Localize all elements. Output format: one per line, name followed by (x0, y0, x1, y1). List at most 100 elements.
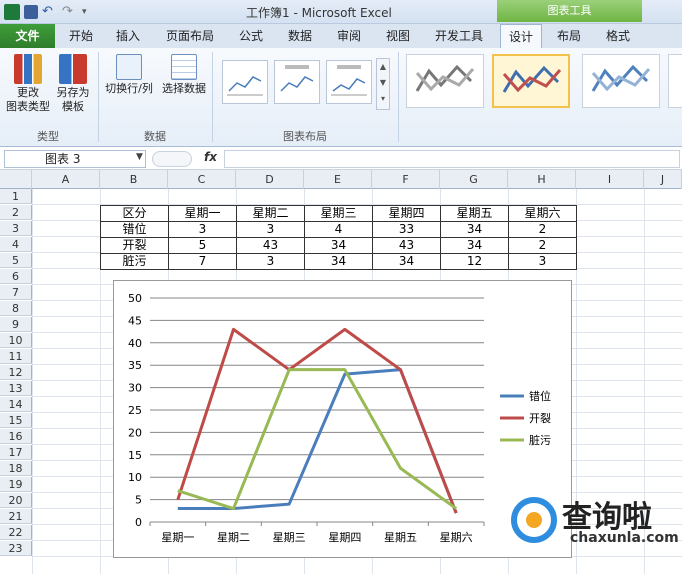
column-header-f[interactable]: F (372, 170, 440, 189)
tab-review[interactable]: 审阅 (330, 24, 368, 48)
name-box-dropdown-icon[interactable]: ▼ (136, 152, 143, 162)
line-chart[interactable]: 0 5 10 15 20 25 30 35 40 45 50 星期一 星期二 星期三 星期四 星期五 星期六 错位… (113, 280, 572, 558)
table-header-cell[interactable]: 星期三 (304, 205, 373, 222)
group-label-data: 数据 (144, 130, 166, 143)
table-cell[interactable]: 43 (236, 237, 305, 254)
chart-style-option-3[interactable] (582, 54, 660, 108)
table-cell[interactable]: 3 (236, 221, 305, 238)
redo-icon[interactable]: ↷ (62, 4, 78, 20)
table-cell[interactable]: 2 (508, 221, 577, 238)
tab-formulas[interactable]: 公式 (232, 24, 270, 48)
row-header-4[interactable]: 4 (0, 237, 32, 252)
row-header-8[interactable]: 8 (0, 301, 32, 316)
column-header-c[interactable]: C (168, 170, 236, 189)
row-header-15[interactable]: 15 (0, 413, 32, 428)
chart-style-option-4[interactable] (668, 54, 682, 108)
row-header-6[interactable]: 6 (0, 269, 32, 284)
y-tick-label: 10 (128, 471, 142, 484)
row-header-1[interactable]: 1 (0, 189, 32, 204)
formula-input[interactable] (224, 150, 680, 168)
column-header-h[interactable]: H (508, 170, 576, 189)
row-header-14[interactable]: 14 (0, 397, 32, 412)
table-cell[interactable]: 43 (372, 237, 441, 254)
tab-home[interactable]: 开始 (62, 24, 100, 48)
table-row-label[interactable]: 开裂 (100, 237, 169, 254)
group-separator (98, 52, 99, 142)
insert-function-icon[interactable]: fx (204, 150, 217, 164)
table-cell[interactable]: 33 (372, 221, 441, 238)
formula-splitter[interactable] (152, 151, 192, 167)
row-header-12[interactable]: 12 (0, 365, 32, 380)
table-cell[interactable]: 34 (304, 253, 373, 270)
chart-layout-option-3[interactable] (326, 60, 372, 104)
table-cell[interactable]: 7 (168, 253, 237, 270)
undo-icon[interactable]: ↶ (42, 4, 58, 20)
table-cell[interactable]: 2 (508, 237, 577, 254)
tab-data[interactable]: 数据 (280, 24, 320, 48)
table-header-cell[interactable]: 星期二 (236, 205, 305, 222)
row-header-20[interactable]: 20 (0, 493, 32, 508)
save-as-template-button[interactable]: 另存为 模板 (54, 54, 92, 114)
chart-style-option-2[interactable] (492, 54, 570, 108)
table-header-cell[interactable]: 星期五 (440, 205, 509, 222)
table-row-label[interactable]: 错位 (100, 221, 169, 238)
row-header-21[interactable]: 21 (0, 509, 32, 524)
chart-layout-option-2[interactable] (274, 60, 320, 104)
layout-gallery-scroll[interactable]: ▲ ▼ ▾ (376, 58, 390, 110)
chart-style-option-1[interactable] (406, 54, 484, 108)
row-header-11[interactable]: 11 (0, 349, 32, 364)
row-header-7[interactable]: 7 (0, 285, 32, 300)
tab-file[interactable]: 文件 (0, 24, 55, 48)
switch-row-column-button[interactable]: 切换行/列 (102, 54, 156, 96)
row-header-3[interactable]: 3 (0, 221, 32, 236)
row-header-13[interactable]: 13 (0, 381, 32, 396)
row-header-23[interactable]: 23 (0, 541, 32, 556)
tab-page-layout[interactable]: 页面布局 (158, 24, 222, 48)
tab-view[interactable]: 视图 (378, 24, 418, 48)
table-cell[interactable]: 34 (440, 237, 509, 254)
table-cell[interactable]: 4 (304, 221, 373, 238)
table-header-cell[interactable]: 星期六 (508, 205, 577, 222)
tab-design[interactable]: 设计 (500, 24, 542, 49)
row-header-19[interactable]: 19 (0, 477, 32, 492)
name-box[interactable]: 图表 3 (4, 150, 146, 168)
tab-format[interactable]: 格式 (598, 24, 638, 48)
table-cell[interactable]: 34 (372, 253, 441, 270)
change-chart-type-button[interactable]: 更改 图表类型 (4, 54, 52, 114)
table-cell[interactable]: 3 (168, 221, 237, 238)
table-header-cell[interactable]: 区分 (100, 205, 169, 222)
row-header-5[interactable]: 5 (0, 253, 32, 268)
table-cell[interactable]: 34 (440, 221, 509, 238)
table-cell[interactable]: 5 (168, 237, 237, 254)
table-header-cell[interactable]: 星期一 (168, 205, 237, 222)
row-header-18[interactable]: 18 (0, 461, 32, 476)
column-header-a[interactable]: A (32, 170, 100, 189)
table-cell[interactable]: 12 (440, 253, 509, 270)
column-header-j[interactable]: J (644, 170, 682, 189)
select-all-corner[interactable] (0, 170, 32, 189)
column-header-d[interactable]: D (236, 170, 304, 189)
table-cell[interactable]: 3 (236, 253, 305, 270)
row-header-22[interactable]: 22 (0, 525, 32, 540)
column-header-b[interactable]: B (100, 170, 168, 189)
row-header-10[interactable]: 10 (0, 333, 32, 348)
row-header-2[interactable]: 2 (0, 205, 32, 220)
select-data-button[interactable]: 选择数据 (158, 54, 210, 96)
row-header-17[interactable]: 17 (0, 445, 32, 460)
table-cell[interactable]: 3 (508, 253, 577, 270)
column-header-i[interactable]: I (576, 170, 644, 189)
table-cell[interactable]: 34 (304, 237, 373, 254)
chart-layout-option-1[interactable] (222, 60, 268, 104)
row-header-9[interactable]: 9 (0, 317, 32, 332)
table-row-label[interactable]: 脏污 (100, 253, 169, 270)
tab-insert[interactable]: 插入 (108, 24, 148, 48)
tab-layout[interactable]: 布局 (550, 24, 588, 48)
series-line-1 (177, 368, 458, 514)
tab-developer[interactable]: 开发工具 (428, 24, 490, 48)
table-header-cell[interactable]: 星期四 (372, 205, 441, 222)
column-header-e[interactable]: E (304, 170, 372, 189)
row-header-16[interactable]: 16 (0, 429, 32, 444)
column-header-g[interactable]: G (440, 170, 508, 189)
save-icon[interactable] (24, 5, 38, 19)
customize-qat-icon[interactable]: ▾ (82, 4, 98, 20)
